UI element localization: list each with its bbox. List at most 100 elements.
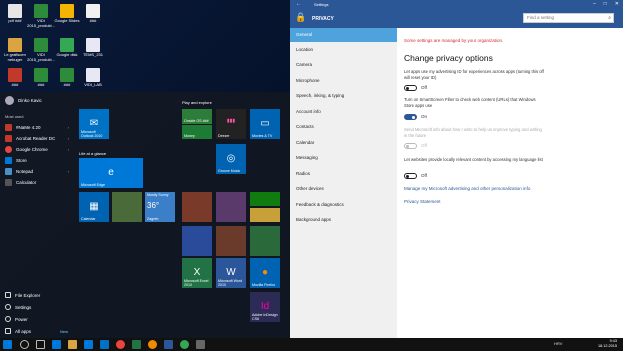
app-item[interactable]: Notepad › <box>5 166 73 176</box>
power-button[interactable]: Power <box>5 316 28 322</box>
nav-item-speech[interactable]: Speech, inking, & typing <box>290 89 397 103</box>
nav-item-location[interactable]: Location <box>290 43 397 57</box>
nav-item-microphone[interactable]: Microphone <box>290 74 397 88</box>
tile-money[interactable]: Money <box>182 125 212 139</box>
app-icon <box>5 123 12 131</box>
tile-game[interactable] <box>182 192 212 222</box>
list-icon <box>5 328 11 334</box>
app-icon[interactable] <box>180 340 189 349</box>
chevron-right-icon[interactable]: › <box>68 147 69 152</box>
app-item[interactable]: Acrobat Reader DC › <box>5 133 73 143</box>
edge-icon[interactable] <box>52 340 61 349</box>
chrome-icon[interactable] <box>116 340 125 349</box>
manage-advertising-link[interactable]: Manage my Microsoft advertising and othe… <box>404 186 530 191</box>
chevron-right-icon[interactable]: › <box>68 169 69 174</box>
file-explorer-button[interactable]: File Explorer <box>5 292 40 298</box>
smartscreen-toggle[interactable] <box>404 114 417 120</box>
firefox-icon: ● <box>261 267 269 278</box>
nav-item-feedback[interactable]: Feedback & diagnostics <box>290 198 397 212</box>
search-input[interactable]: Find a setting ⌕ <box>523 13 614 23</box>
tile-calendar[interactable]: ▦ Calendar <box>79 192 109 222</box>
folder-icon[interactable] <box>68 340 77 349</box>
file-icon <box>86 38 100 52</box>
tile-excel[interactable]: X Microsoft Excel 2010 <box>182 258 212 288</box>
most-used-heading: Most used <box>5 114 24 119</box>
nav-item-calendar[interactable]: Calendar <box>290 136 397 150</box>
outlook-icon[interactable] <box>100 340 109 349</box>
firefox-icon[interactable] <box>148 340 157 349</box>
advertising-id-toggle[interactable] <box>404 85 417 91</box>
tile-edge[interactable]: e Microsoft Edge <box>79 158 143 188</box>
nav-item-general[interactable]: General <box>290 28 397 42</box>
user-account[interactable]: Dinko Kavic <box>5 96 42 105</box>
new-badge: New <box>60 329 69 334</box>
group-life-at-a-glance: Life at a glance <box>79 151 107 156</box>
tile-deezer[interactable]: ▮▮▮ Deezer <box>216 109 246 139</box>
tile-weather[interactable]: Mostly Sunny 36° Zagreb <box>145 192 175 222</box>
tile-game[interactable] <box>216 192 246 222</box>
tile-word[interactable]: W Microsoft Word 2010 <box>216 258 246 288</box>
tile-game[interactable] <box>250 226 280 256</box>
clock[interactable]: 9:43 18.12.2015 <box>598 339 617 349</box>
word-icon[interactable] <box>164 340 173 349</box>
tile-xbox[interactable] <box>250 192 280 206</box>
language-list-toggle[interactable] <box>404 173 417 179</box>
privacy-statement-link[interactable]: Privacy Statement <box>404 199 441 204</box>
back-arrow-icon[interactable]: ← <box>296 1 301 7</box>
tile-game[interactable] <box>182 226 212 256</box>
app-item[interactable]: Store <box>5 155 73 165</box>
tile-outlook[interactable]: ✉ Microsoft Outlook 2010 <box>79 109 109 139</box>
indesign-icon: Id <box>260 301 270 312</box>
desktop-icon[interactable]: TEMS_231 <box>78 38 108 58</box>
minimize-icon[interactable]: – <box>593 1 596 7</box>
start-button[interactable] <box>3 340 12 349</box>
tile-game[interactable] <box>216 226 246 256</box>
all-apps-button[interactable]: All apps <box>5 328 31 334</box>
language-indicator[interactable]: HRV <box>554 341 562 346</box>
window-controls: – □ ✕ <box>593 1 619 7</box>
store-icon[interactable] <box>84 340 93 349</box>
tile-movies[interactable]: ▭ Movies & TV <box>250 109 280 139</box>
desktop-icon[interactable]: VIDI_LAB <box>78 68 108 88</box>
tile-game[interactable] <box>250 208 280 222</box>
tile-firefox[interactable]: ● Mozilla Firefox <box>250 258 280 288</box>
option-advertising-id-label: Let apps use my advertising ID for exper… <box>404 69 544 80</box>
nav-item-background-apps[interactable]: Background apps <box>290 213 397 227</box>
chevron-right-icon[interactable]: › <box>68 136 69 141</box>
file-icon <box>8 4 22 18</box>
toggle-state: On <box>421 114 428 119</box>
app-item[interactable]: Google Chrome › <box>5 144 73 154</box>
acrobat-icon <box>5 134 12 142</box>
app-item[interactable]: #NaMe 4.20 › <box>5 122 73 132</box>
nav-item-account-info[interactable]: Account info <box>290 105 397 119</box>
tile-indesign[interactable]: Id Adobe InDesign CS6 <box>250 292 280 322</box>
page-title: PRIVACY <box>312 16 334 22</box>
excel-icon: X <box>193 267 201 278</box>
task-view-icon[interactable] <box>36 340 45 349</box>
nav-item-radios[interactable]: Radios <box>290 167 397 181</box>
chevron-right-icon[interactable]: › <box>68 125 69 130</box>
search-icon[interactable]: ⌕ <box>608 15 611 21</box>
tile-groove[interactable]: ◎ Groove Music <box>216 144 246 174</box>
search-icon[interactable] <box>20 340 29 349</box>
desktop-icon[interactable]: ### <box>78 4 108 24</box>
excel-file-icon <box>60 68 74 82</box>
tile-onenote[interactable]: Onside OS ### <box>182 109 212 124</box>
writing-info-toggle <box>404 143 417 149</box>
settings-button[interactable]: Settings <box>5 304 31 310</box>
calendar-icon: ▦ <box>89 201 99 212</box>
group-play-and-explore: Play and explore <box>182 100 212 105</box>
folder-icon <box>8 38 22 52</box>
nav-item-other-devices[interactable]: Other devices <box>290 182 397 196</box>
maximize-icon[interactable]: □ <box>604 1 607 7</box>
excel-icon[interactable] <box>132 340 141 349</box>
window-title: Settings <box>314 2 329 7</box>
tile-photo[interactable] <box>112 192 142 222</box>
nav-item-contacts[interactable]: Contacts <box>290 120 397 134</box>
app-item[interactable]: Calculator <box>5 177 73 187</box>
close-icon[interactable]: ✕ <box>615 1 619 7</box>
nav-item-messaging[interactable]: Messaging <box>290 151 397 165</box>
nav-item-camera[interactable]: Camera <box>290 58 397 72</box>
settings-icon[interactable] <box>196 340 205 349</box>
word-icon: W <box>226 267 236 278</box>
